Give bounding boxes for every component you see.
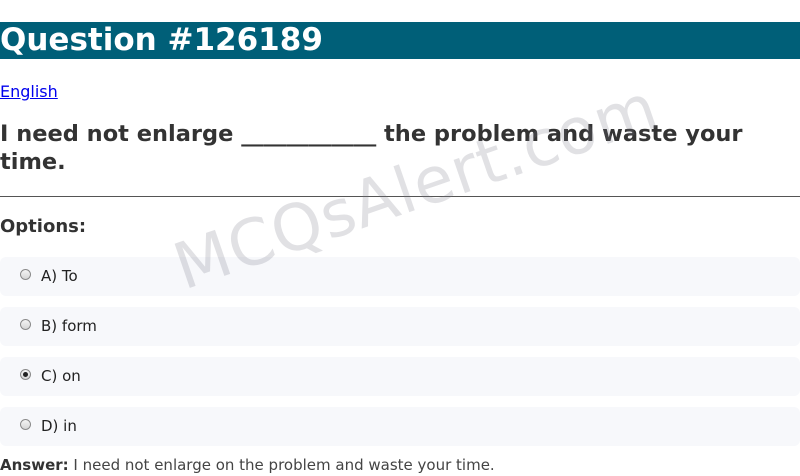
radio-icon[interactable] xyxy=(20,269,31,280)
option-label: D) in xyxy=(41,417,77,435)
answer-line: Answer: I need not enlarge on the proble… xyxy=(0,456,495,474)
answer-text: I need not enlarge on the problem and wa… xyxy=(68,456,495,474)
option-c[interactable]: C) on xyxy=(0,357,800,396)
divider xyxy=(0,196,800,197)
option-label: C) on xyxy=(41,367,81,385)
option-label: A) To xyxy=(41,267,78,285)
option-b[interactable]: B) form xyxy=(0,307,800,346)
page-title: Question #126189 xyxy=(0,22,800,59)
radio-icon[interactable] xyxy=(20,369,31,380)
options-heading: Options: xyxy=(0,216,87,237)
answer-label: Answer: xyxy=(0,456,69,474)
language-link-english[interactable]: English xyxy=(0,82,58,101)
radio-icon[interactable] xyxy=(20,319,31,330)
option-d[interactable]: D) in xyxy=(0,407,800,446)
question-text: I need not enlarge ____________ the prob… xyxy=(0,121,743,175)
radio-icon[interactable] xyxy=(20,419,31,430)
option-a[interactable]: A) To xyxy=(0,257,800,296)
option-label: B) form xyxy=(41,317,97,335)
